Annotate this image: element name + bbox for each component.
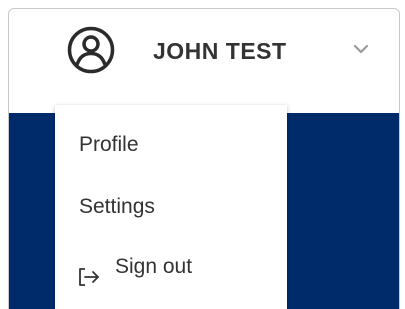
menu-item-label: Profile xyxy=(79,133,139,156)
user-name[interactable]: JOHN TEST xyxy=(153,37,287,65)
menu-item-profile[interactable]: Profile xyxy=(55,119,287,171)
menu-item-label: Sign out xyxy=(115,255,193,278)
menu-item-label: Settings xyxy=(79,195,155,218)
menu-item-sign-out[interactable]: Sign out xyxy=(55,241,287,293)
chevron-down-icon[interactable] xyxy=(352,42,370,56)
user-avatar-icon[interactable] xyxy=(66,25,116,75)
header: JOHN TEST xyxy=(9,9,399,109)
app-frame: JOHN TEST Profile Settings Sign out xyxy=(8,8,400,309)
sign-out-icon xyxy=(77,256,101,286)
menu-item-settings[interactable]: Settings xyxy=(55,181,287,233)
user-dropdown-menu: Profile Settings Sign out xyxy=(55,105,287,309)
user-circle-icon xyxy=(67,26,115,74)
